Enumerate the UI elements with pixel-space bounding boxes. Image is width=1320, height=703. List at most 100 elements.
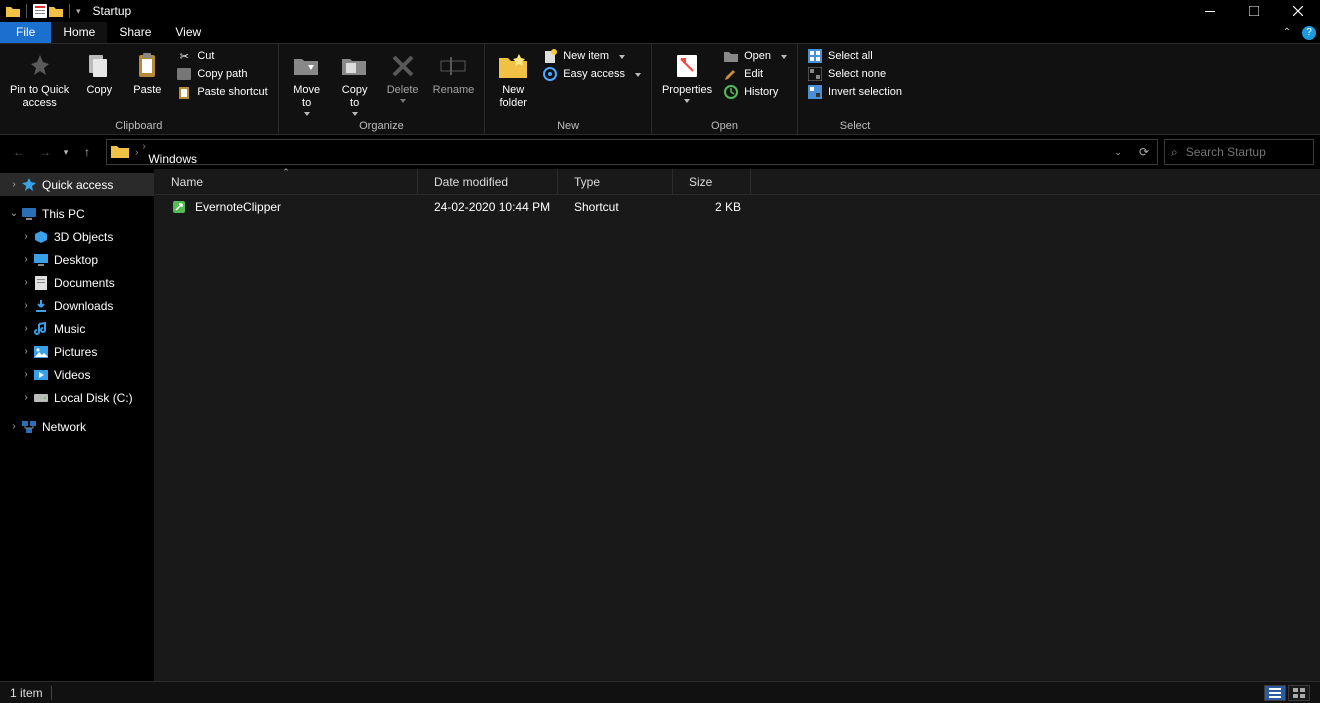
share-tab[interactable]: Share: [107, 22, 163, 43]
large-icons-view-button[interactable]: [1288, 685, 1310, 701]
ribbon: Pin to Quick access Copy Paste ✂Cut Copy…: [0, 44, 1320, 135]
sidebar-item-videos[interactable]: ›Videos: [0, 363, 154, 386]
copy-to-button[interactable]: Copy to: [333, 48, 377, 118]
copy-icon: [83, 50, 115, 82]
pictures-icon: [32, 344, 50, 360]
sidebar-item-quick-access[interactable]: › Quick access: [0, 173, 154, 196]
chevron-right-icon[interactable]: ›: [20, 254, 32, 265]
ribbon-group-new: New folder New item Easy access New: [485, 44, 652, 134]
chevron-right-icon[interactable]: ›: [20, 231, 32, 242]
sidebar-label: Quick access: [42, 178, 113, 192]
new-folder-quick-icon[interactable]: [49, 5, 63, 17]
ribbon-group-select: Select all Select none Invert selection …: [798, 44, 912, 134]
chevron-right-icon[interactable]: ›: [8, 179, 20, 190]
chevron-right-icon[interactable]: ›: [20, 369, 32, 380]
breadcrumb-windows[interactable]: Windows: [140, 152, 227, 165]
network-icon: [20, 419, 38, 435]
group-label-new: New: [557, 118, 579, 132]
chevron-right-icon[interactable]: ›: [20, 277, 32, 288]
copy-to-icon: [339, 50, 371, 82]
rename-button[interactable]: Rename: [429, 48, 479, 99]
forward-button[interactable]: →: [32, 139, 58, 165]
new-folder-button[interactable]: New folder: [491, 48, 535, 112]
delete-button[interactable]: Delete: [381, 48, 425, 105]
open-button[interactable]: Open: [720, 48, 791, 64]
delete-icon: [387, 50, 419, 82]
sidebar-item-this-pc[interactable]: ⌄ This PC: [0, 202, 154, 225]
group-label-clipboard: Clipboard: [115, 118, 162, 132]
move-to-button[interactable]: Move to: [285, 48, 329, 118]
sidebar-item-3d-objects[interactable]: › 3D Objects: [0, 225, 154, 248]
chevron-right-icon[interactable]: ›: [20, 392, 32, 403]
chevron-down-icon[interactable]: ⌄: [8, 208, 20, 219]
cut-button[interactable]: ✂Cut: [173, 48, 271, 64]
column-header-date[interactable]: Date modified: [418, 169, 558, 194]
file-list-pane[interactable]: Name⌃ Date modified Type Size EvernoteCl…: [155, 169, 1320, 681]
chevron-right-icon[interactable]: ›: [8, 421, 20, 432]
minimize-button[interactable]: [1188, 0, 1232, 22]
file-name: EvernoteClipper: [195, 200, 281, 214]
copy-path-button[interactable]: Copy path: [173, 66, 271, 82]
help-button[interactable]: ?: [1298, 22, 1320, 43]
file-date: 24-02-2020 10:44 PM: [418, 200, 558, 214]
maximize-button[interactable]: [1232, 0, 1276, 22]
home-tab[interactable]: Home: [51, 22, 107, 43]
sidebar-item-pictures[interactable]: ›Pictures: [0, 340, 154, 363]
address-bar[interactable]: › Navaneethan›AppData›Roaming›Microsoft›…: [106, 139, 1158, 165]
up-button[interactable]: ↑: [74, 139, 100, 165]
refresh-button[interactable]: ⟳: [1131, 140, 1157, 164]
column-header-type[interactable]: Type: [558, 169, 673, 194]
select-none-icon: [808, 67, 822, 81]
details-view-button[interactable]: [1264, 685, 1286, 701]
sidebar-label: Documents: [54, 276, 115, 290]
file-tab[interactable]: File: [0, 22, 51, 43]
back-button[interactable]: ←: [6, 139, 32, 165]
folder-icon: [111, 143, 129, 161]
quick-access-dropdown-icon[interactable]: ▾: [76, 6, 81, 17]
history-button[interactable]: History: [720, 84, 791, 100]
search-input[interactable]: [1184, 144, 1320, 160]
select-none-button[interactable]: Select none: [804, 66, 906, 82]
pin-to-quick-access-button[interactable]: Pin to Quick access: [6, 48, 73, 112]
sidebar-item-desktop[interactable]: ›Desktop: [0, 248, 154, 271]
chevron-right-icon[interactable]: ›: [140, 141, 147, 152]
copy-button[interactable]: Copy: [77, 48, 121, 99]
view-tab[interactable]: View: [163, 22, 213, 43]
close-button[interactable]: [1276, 0, 1320, 22]
paste-shortcut-button[interactable]: Paste shortcut: [173, 84, 271, 100]
column-header-name[interactable]: Name⌃: [155, 169, 418, 194]
sidebar-item-local-disk-c-[interactable]: ›Local Disk (C:): [0, 386, 154, 409]
file-row[interactable]: EvernoteClipper 24-02-2020 10:44 PMShortc…: [155, 195, 1320, 219]
sidebar-item-downloads[interactable]: › Downloads: [0, 294, 154, 317]
select-all-button[interactable]: Select all: [804, 48, 906, 64]
properties-quick-icon[interactable]: [33, 4, 47, 18]
properties-button[interactable]: Properties: [658, 48, 716, 105]
paste-icon: [131, 50, 163, 82]
sidebar-item-music[interactable]: › Music: [0, 317, 154, 340]
paste-button[interactable]: Paste: [125, 48, 169, 99]
sidebar-label: Music: [54, 322, 85, 336]
status-bar: 1 item: [0, 681, 1320, 703]
shortcut-icon: [171, 199, 187, 215]
edit-button[interactable]: Edit: [720, 66, 791, 82]
music-icon: [32, 321, 50, 337]
address-dropdown-button[interactable]: ⌄: [1105, 140, 1131, 164]
sidebar-label: 3D Objects: [54, 230, 113, 244]
search-box[interactable]: ⌕: [1164, 139, 1314, 165]
easy-access-button[interactable]: Easy access: [539, 66, 645, 82]
chevron-right-icon[interactable]: ›: [133, 147, 140, 158]
sidebar-item-network[interactable]: › Network: [0, 415, 154, 438]
sidebar-label: Network: [42, 420, 86, 434]
new-item-button[interactable]: New item: [539, 48, 645, 64]
column-header-size[interactable]: Size: [673, 169, 751, 194]
invert-selection-button[interactable]: Invert selection: [804, 84, 906, 100]
sidebar-item-documents[interactable]: › Documents: [0, 271, 154, 294]
file-type: Shortcut: [558, 200, 673, 214]
recent-locations-button[interactable]: ▾: [58, 139, 74, 165]
chevron-right-icon[interactable]: ›: [20, 346, 32, 357]
minimize-ribbon-button[interactable]: ⌃: [1276, 22, 1298, 43]
chevron-right-icon[interactable]: ›: [20, 323, 32, 334]
navigation-pane[interactable]: › Quick access ⌄ This PC › 3D Objects ›Des…: [0, 169, 155, 681]
chevron-right-icon[interactable]: ›: [20, 300, 32, 311]
sidebar-label: Downloads: [54, 299, 113, 313]
